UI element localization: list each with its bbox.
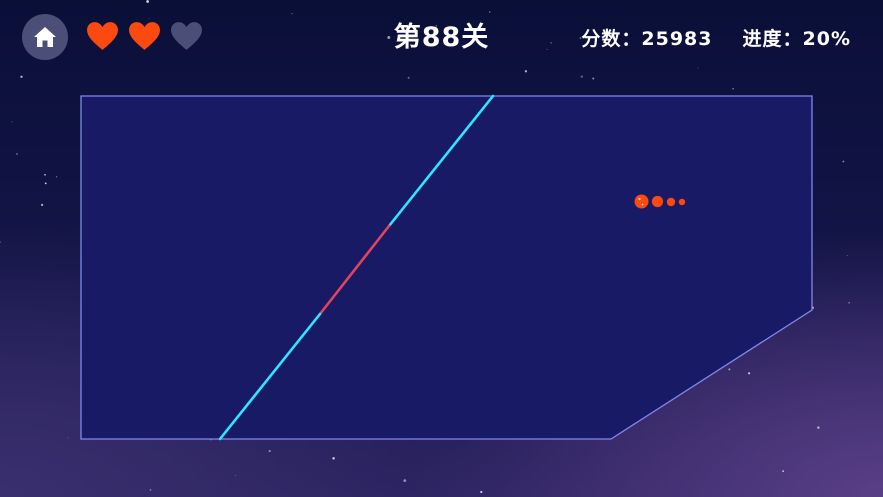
- ball: [634, 194, 649, 209]
- ball-trail: [651, 195, 664, 208]
- ball-highlight: [641, 203, 644, 206]
- ball-highlight: [638, 197, 641, 201]
- game-canvas[interactable]: [0, 0, 883, 497]
- play-field[interactable]: [80, 95, 813, 440]
- ball-trail: [666, 197, 676, 207]
- ball-trail: [678, 198, 686, 206]
